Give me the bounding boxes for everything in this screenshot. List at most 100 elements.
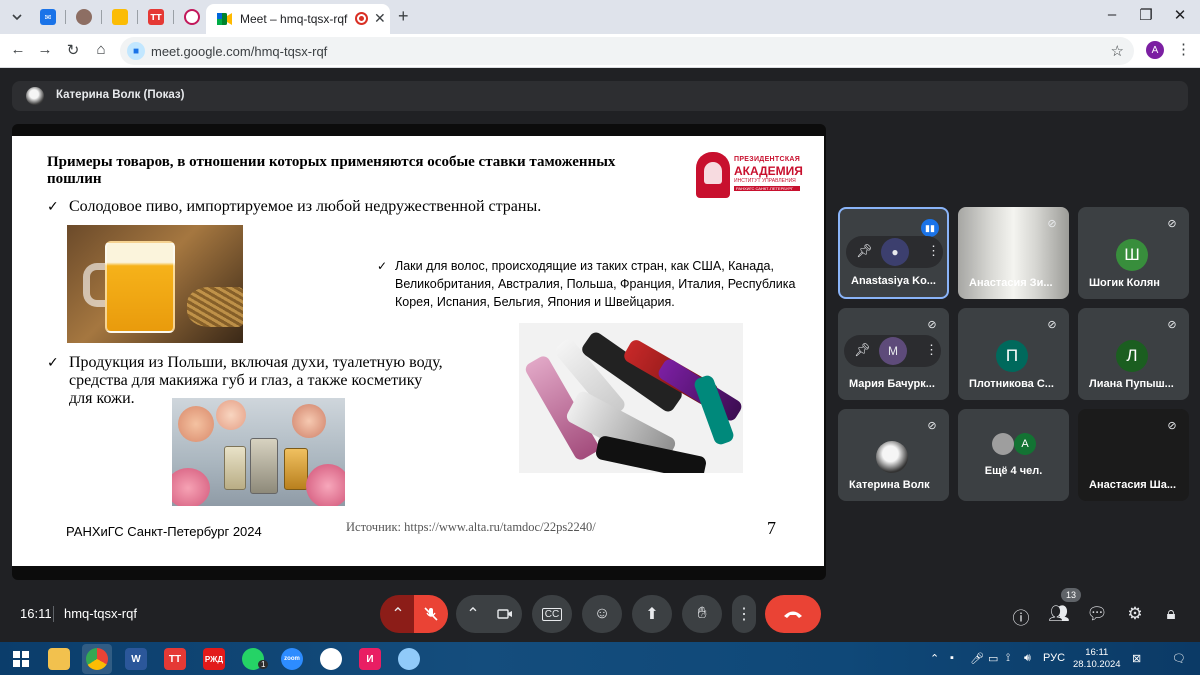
activities-icon[interactable]: ⚙ xyxy=(1124,604,1146,624)
participant-name: Anastasiya Ko... xyxy=(851,275,936,287)
window-close-icon[interactable]: ✕ xyxy=(1170,6,1190,24)
people-icon[interactable]: 👥︎ xyxy=(1048,604,1070,624)
participant-tile[interactable]: ⊘ Катерина Волк xyxy=(838,409,949,501)
reload-icon[interactable]: ↻ xyxy=(63,41,83,59)
end-call-icon xyxy=(784,611,802,618)
checkmark-icon: ✓ xyxy=(47,199,59,215)
participant-tile[interactable]: ▮▮ 📌︎ ● ⋮ Anastasiya Ko... xyxy=(838,207,949,299)
back-arrow-icon[interactable]: ← xyxy=(8,41,28,58)
restore-icon[interactable]: ❐ xyxy=(1136,6,1156,24)
more-options-button[interactable]: ⋮ xyxy=(732,595,756,633)
chrome-icon[interactable] xyxy=(86,648,108,670)
more-options-icon[interactable]: ⋮ xyxy=(927,243,940,259)
volume-icon[interactable]: 🔊︎ xyxy=(1024,652,1031,665)
file-explorer-icon[interactable] xyxy=(48,648,70,670)
participant-tile[interactable]: ⊘ Ш Шогик Колян xyxy=(1078,207,1189,299)
logo-line-3: ИНСТИТУТ УПРАВЛЕНИЯ xyxy=(734,178,796,184)
raise-hand-button[interactable]: ✋︎ xyxy=(682,595,722,633)
clock-date: 28.10.2024 xyxy=(1073,659,1121,670)
meet-control-bar: 16:11 hmq-tqsx-rqf ⌃ ⌃ CC ☺ ⬆ ✋︎ ⋮ ⓘ 👥︎ … xyxy=(0,588,1200,642)
tab-mail[interactable]: ✉ xyxy=(37,6,59,28)
minimize-icon[interactable]: – xyxy=(1102,6,1122,23)
presentation-slide: Примеры товаров, в отношении которых при… xyxy=(12,136,824,566)
participant-tile[interactable]: ⊘ П Плотникова С... xyxy=(958,308,1069,400)
logo-line-4: РАНХИГС САНКТ-ПЕТЕРБУРГ xyxy=(734,186,800,191)
tab-tt[interactable]: TT xyxy=(145,6,167,28)
network-icon[interactable]: ⟟ xyxy=(1006,652,1010,665)
slide-source: Источник: https://www.alta.ru/tamdoc/22p… xyxy=(346,520,596,534)
battery-icon[interactable]: ▭ xyxy=(988,652,998,665)
present-icon: ⬆ xyxy=(645,606,659,623)
taskbar-clock[interactable]: 16:11 28.10.2024 xyxy=(1073,647,1121,671)
leave-call-button[interactable] xyxy=(765,595,821,633)
browser-toolbar: ← → ↻ ⌂ ■ meet.google.com/hmq-tqsx-rqf ☆… xyxy=(0,34,1200,68)
zoom-icon[interactable]: zoom xyxy=(281,648,303,670)
hairspray-cans-image xyxy=(519,323,743,473)
language-indicator[interactable]: РУС xyxy=(1043,652,1065,664)
tray-app-icon[interactable]: ▪ xyxy=(950,652,954,664)
meeting-info-icon[interactable]: ⓘ xyxy=(1010,604,1032,629)
host-controls-icon[interactable]: 🔒︎ xyxy=(1160,604,1182,624)
tab-search-chevron-icon[interactable] xyxy=(6,6,28,28)
camera-button[interactable] xyxy=(488,595,522,633)
checkmark-icon: ✓ xyxy=(47,355,59,371)
participant-tile[interactable]: ⊘ Анастасия Зи... xyxy=(958,207,1069,299)
tray-mic-icon[interactable]: 🎤︎ xyxy=(970,652,984,665)
avatar-icon xyxy=(76,9,92,25)
browser-menu-icon[interactable]: ⋮ xyxy=(1176,40,1191,58)
tray-chevron-icon[interactable]: ⌃ xyxy=(930,652,939,665)
more-participants-tile[interactable]: А Ещё 4 чел. xyxy=(958,409,1069,501)
browser-tab-strip: ✉ TT Meet – hmq-tqsx-rqf ✕ + – ❐ ✕ xyxy=(0,0,1200,34)
more-options-icon[interactable]: ⋮ xyxy=(925,342,938,358)
participant-tile[interactable]: ⊘ Л Лиана Пупыш... xyxy=(1078,308,1189,400)
tab-chat[interactable] xyxy=(181,6,203,28)
notifications-icon[interactable]: 🗨︎ xyxy=(1172,652,1186,665)
address-bar[interactable]: ■ meet.google.com/hmq-tqsx-rqf ☆ xyxy=(120,37,1134,65)
tab-meet-active[interactable]: Meet – hmq-tqsx-rqf ✕ xyxy=(206,4,390,34)
participant-name: Лиана Пупыш... xyxy=(1089,378,1174,390)
chat-icon xyxy=(184,9,200,25)
slide-item-beer-text: Солодовое пиво, импортируемое из любой н… xyxy=(69,198,542,215)
screen-capture-icon[interactable]: ⊠ xyxy=(1132,652,1141,665)
mic-icon[interactable]: ● xyxy=(881,238,909,266)
tt-app-icon[interactable]: TT xyxy=(164,648,186,670)
tab-close-icon[interactable]: ✕ xyxy=(374,10,386,27)
perfume-bottle xyxy=(250,438,278,494)
windows-taskbar: W TT РЖД 1 zoom И ⌃ ▪ 🎤︎ ▭ ⟟ 🔊︎ РУС 16:1… xyxy=(0,642,1200,675)
logo-line-2: АКАДЕМИЯ xyxy=(734,164,803,178)
participant-tile[interactable]: ⊘ 📌︎ М ⋮ Мария Бачурк... xyxy=(838,308,949,400)
new-tab-button[interactable]: + xyxy=(398,6,409,27)
pin-icon[interactable]: 📌︎ xyxy=(854,342,871,358)
profile-avatar[interactable]: A xyxy=(1146,41,1164,59)
participant-name: Шогик Колян xyxy=(1089,277,1160,289)
word-icon[interactable]: W xyxy=(125,648,147,670)
reactions-button[interactable]: ☺ xyxy=(582,595,622,633)
windows-start-icon[interactable] xyxy=(10,648,32,670)
meeting-time: 16:11 xyxy=(20,606,52,621)
ivi-icon[interactable]: И xyxy=(359,648,381,670)
chat-icon[interactable]: 💬︎ xyxy=(1086,604,1108,624)
rzd-icon[interactable]: РЖД xyxy=(203,648,225,670)
present-screen-button[interactable]: ⬆ xyxy=(632,595,672,633)
slide-title: Примеры товаров, в отношении которых при… xyxy=(47,154,616,187)
flower xyxy=(172,468,210,506)
home-icon[interactable]: ⌂ xyxy=(91,41,111,58)
mic-off-button[interactable] xyxy=(414,595,448,633)
compass-app-icon[interactable] xyxy=(320,648,342,670)
ranepa-logo: ПРЕЗИДЕНТСКАЯ АКАДЕМИЯ ИНСТИТУТ УПРАВЛЕН… xyxy=(696,152,804,200)
tab-docs[interactable] xyxy=(109,6,131,28)
video-options-chevron-icon[interactable]: ⌃ xyxy=(456,595,490,633)
tab-divider xyxy=(101,10,102,24)
app-icon[interactable] xyxy=(398,648,420,670)
pin-icon[interactable]: 📌︎ xyxy=(856,243,873,259)
captions-button[interactable]: CC xyxy=(532,595,572,633)
tab-divider xyxy=(65,10,66,24)
audio-options-chevron-icon[interactable]: ⌃ xyxy=(380,595,416,633)
divider xyxy=(53,606,54,622)
forward-arrow-icon[interactable]: → xyxy=(35,41,55,58)
tab-photo[interactable] xyxy=(73,6,95,28)
site-info-icon[interactable]: ■ xyxy=(127,42,145,60)
participant-tile[interactable]: ⊘ Анастасия Ша... xyxy=(1078,409,1189,501)
whatsapp-badge: 1 xyxy=(258,660,269,669)
bookmark-star-icon[interactable]: ☆ xyxy=(1111,42,1124,60)
